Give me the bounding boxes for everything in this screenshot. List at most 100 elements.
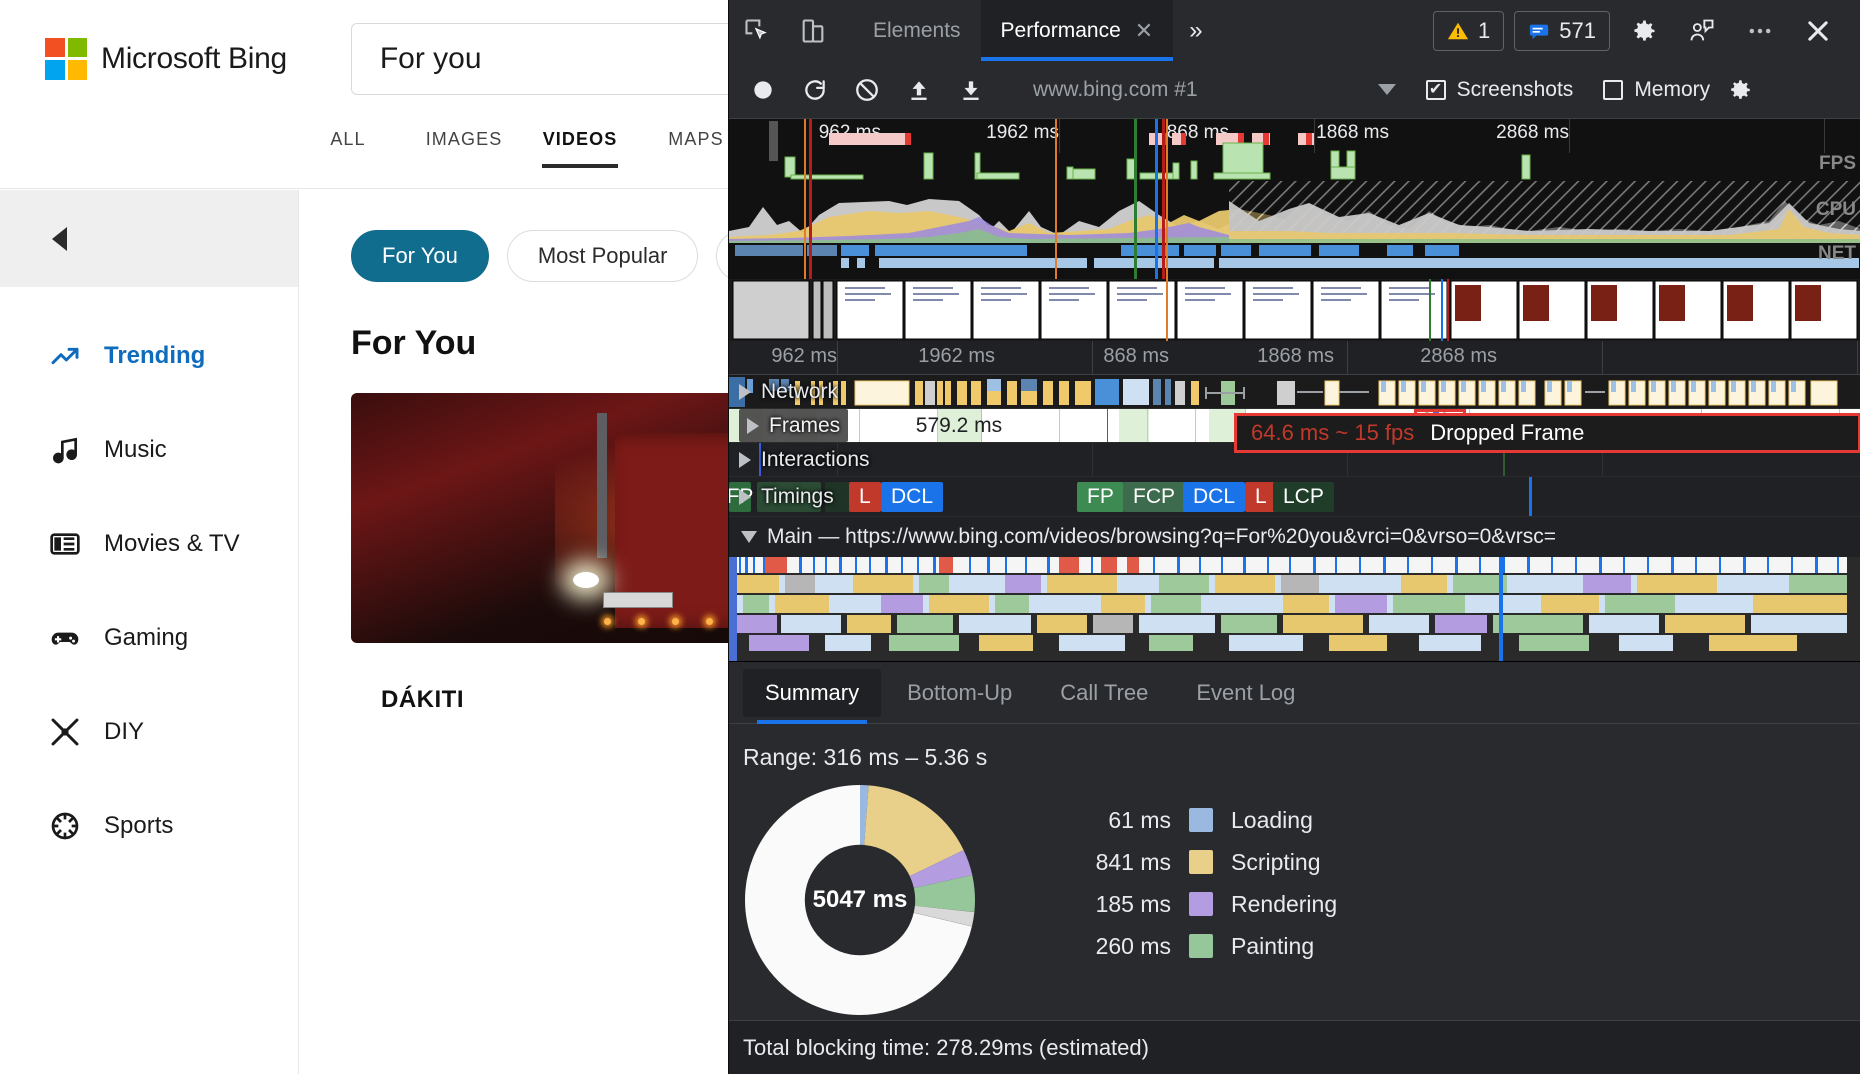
legend-value: 260 ms	[1095, 932, 1171, 959]
expand-triangle-icon	[739, 383, 751, 400]
timeline-overview[interactable]: 962 ms 1962 ms 868 ms 1868 ms 2868 ms FP…	[729, 119, 1860, 279]
pill-most-popular[interactable]: Most Popular	[506, 230, 699, 282]
legend-label: Rendering	[1231, 890, 1338, 917]
more-tabs-button[interactable]: »	[1173, 17, 1218, 45]
tab-call-tree[interactable]: Call Tree	[1038, 669, 1170, 717]
overview-marker-green-1	[1134, 119, 1137, 279]
save-profile-button[interactable]	[947, 68, 995, 112]
warnings-badge[interactable]: 1	[1433, 10, 1505, 51]
tab-event-log[interactable]: Event Log	[1174, 669, 1317, 717]
chevron-down-icon	[1377, 84, 1396, 95]
dropped-frame-title: Dropped Frame	[1430, 420, 1585, 445]
message-icon	[1530, 24, 1549, 39]
cpu-band-label: CPU	[1815, 199, 1856, 220]
screenshots-label: Screenshots	[1456, 77, 1574, 101]
track-frames-title[interactable]: Frames	[739, 409, 849, 442]
sidebar-item-sports[interactable]: Sports	[0, 779, 298, 873]
track-interactions-title[interactable]: Interactions	[739, 443, 878, 476]
timing-badge-dcl-1[interactable]: DCL	[881, 482, 944, 512]
feedback-person-icon[interactable]	[1678, 0, 1726, 61]
sidebar-collapse-button[interactable]	[0, 190, 298, 287]
reload-and-record-button[interactable]	[791, 68, 839, 112]
record-button[interactable]	[739, 68, 787, 112]
timing-badge-fp[interactable]: FP	[1077, 482, 1124, 512]
activity-legend: 61 ms Loading 841 ms Scripting 185 ms Re…	[1061, 785, 1338, 967]
tab-bottom-up[interactable]: Bottom-Up	[885, 669, 1034, 717]
track-network-title[interactable]: Network	[739, 375, 846, 408]
film-icon	[48, 527, 82, 561]
tab-performance[interactable]: Performance ✕	[980, 0, 1174, 61]
legend-row-scripting[interactable]: 841 ms Scripting	[1061, 841, 1337, 883]
overview-marker-red-1	[809, 119, 812, 279]
activity-donut-chart[interactable]: 5047 ms	[745, 785, 975, 1015]
device-toolbar-icon[interactable]	[785, 0, 841, 61]
bing-logo[interactable]: Microsoft Bing	[45, 37, 321, 80]
legend-swatch-rendering	[1189, 892, 1213, 916]
load-profile-button[interactable]	[895, 68, 943, 112]
main-flame-chart[interactable]	[729, 557, 1860, 662]
legend-swatch-loading	[1189, 808, 1213, 832]
ruler-time-2: 868 ms	[1103, 345, 1169, 367]
sidebar-item-diy[interactable]: DIY	[0, 685, 298, 779]
overview-marker-red-2	[1162, 119, 1165, 279]
timing-badge-dcl-2[interactable]: DCL	[1183, 482, 1246, 512]
inspect-element-icon[interactable]	[729, 0, 785, 61]
trending-icon	[48, 339, 82, 373]
sidebar-item-gaming[interactable]: Gaming	[0, 591, 298, 685]
tab-images[interactable]: IMAGES	[406, 117, 522, 166]
session-name: www.bing.com #1	[1033, 77, 1198, 101]
sidebar-item-movies-tv[interactable]: Movies & TV	[0, 497, 298, 591]
session-selector[interactable]: www.bing.com #1	[1033, 78, 1396, 102]
legend-swatch-scripting	[1189, 850, 1213, 874]
overview-marker-orange-2	[1055, 119, 1057, 279]
close-devtools-icon[interactable]	[1794, 0, 1842, 61]
track-timings-label: Timings	[761, 484, 834, 508]
sports-icon	[48, 809, 82, 843]
close-icon[interactable]: ✕	[1135, 19, 1153, 42]
music-note-icon	[48, 433, 82, 467]
devtools-tabbar-right: 1 571	[1433, 0, 1860, 61]
devtools-tabbar: Elements Performance ✕ » 1 571	[729, 0, 1860, 61]
sidebar-item-music[interactable]: Music	[0, 403, 298, 497]
sidebar-item-label: Trending	[104, 342, 206, 369]
overview-marker-orange-3	[1166, 119, 1168, 279]
clear-recording-button[interactable]	[843, 68, 891, 112]
tab-all[interactable]: ALL	[290, 117, 406, 166]
warnings-count: 1	[1478, 17, 1491, 43]
tab-performance-label: Performance	[1000, 18, 1121, 42]
timing-badge-fcp[interactable]: FCP	[1123, 482, 1185, 512]
legend-swatch-painting	[1189, 934, 1213, 958]
ruler-time-3: 1868 ms	[1257, 345, 1334, 367]
timing-badge-l-2[interactable]: L	[1245, 482, 1277, 512]
tab-elements[interactable]: Elements	[853, 0, 981, 61]
track-network[interactable]: Network	[729, 375, 1860, 409]
track-timings[interactable]: FP L DCL FP FCP DCL L LCP Timings	[729, 477, 1860, 517]
track-timings-title[interactable]: Timings	[739, 477, 842, 516]
legend-row-painting[interactable]: 260 ms Painting	[1061, 925, 1337, 967]
messages-badge[interactable]: 571	[1514, 10, 1610, 51]
sidebar-item-trending[interactable]: Trending	[0, 309, 298, 403]
screenshots-checkbox[interactable]: Screenshots	[1425, 77, 1574, 102]
sidebar-item-label: DIY	[104, 718, 145, 745]
filmstrip-row[interactable]	[729, 279, 1860, 341]
track-interactions-label: Interactions	[761, 447, 870, 471]
frame-duration-0: 579.2 ms	[915, 413, 1003, 437]
track-frames-label: Frames	[769, 413, 841, 437]
sidebar-item-label: Music	[104, 436, 167, 463]
tab-videos[interactable]: VIDEOS	[522, 117, 638, 168]
pill-for-you[interactable]: For You	[351, 230, 489, 282]
video-title: DÁKITI	[381, 686, 464, 713]
settings-gear-icon[interactable]	[1620, 0, 1668, 61]
summary-range: Range: 316 ms – 5.36 s	[743, 744, 988, 770]
ruler-time-4: 2868 ms	[1420, 345, 1497, 367]
more-options-icon[interactable]	[1736, 0, 1784, 61]
legend-row-rendering[interactable]: 185 ms Rendering	[1061, 883, 1338, 925]
capture-settings-gear-icon[interactable]	[1716, 68, 1764, 112]
legend-row-loading[interactable]: 61 ms Loading	[1061, 799, 1337, 841]
timing-badge-lcp[interactable]: LCP	[1273, 482, 1334, 512]
timeline-tracks: Network 579.2 ms Frames Interactions FP …	[729, 375, 1860, 517]
memory-checkbox[interactable]: Memory	[1603, 78, 1710, 102]
timing-badge-l-1[interactable]: L	[849, 482, 881, 512]
track-main-title[interactable]: Main — https://www.bing.com/videos/brows…	[729, 517, 1860, 557]
tab-summary[interactable]: Summary	[743, 668, 882, 724]
